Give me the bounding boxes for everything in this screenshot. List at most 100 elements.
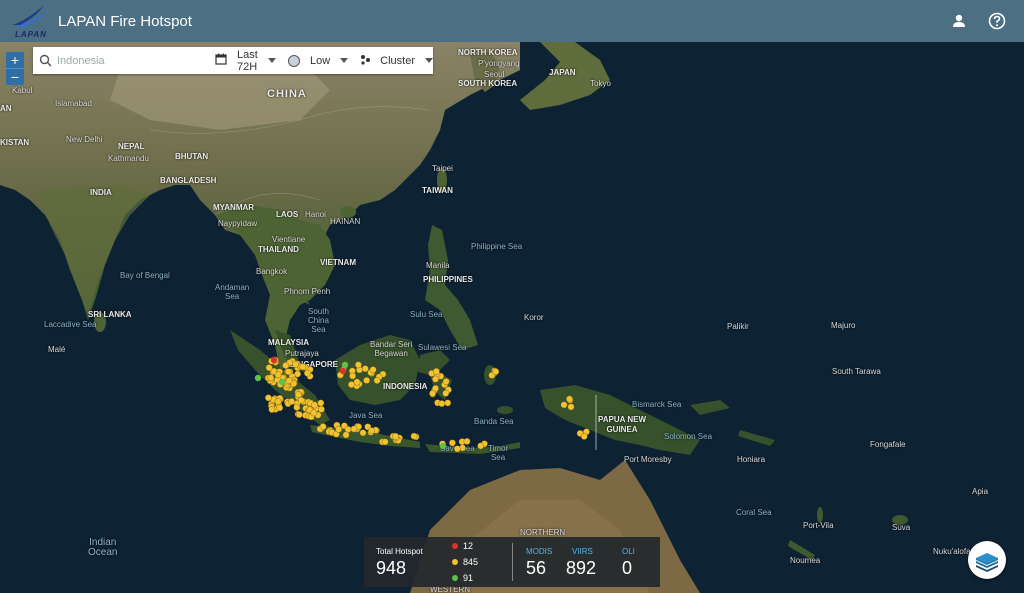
map-canvas[interactable]: Kabul Islamabad AN KISTAN New Delhi NEPA… <box>0 42 1024 593</box>
hotspot-marker <box>297 396 305 404</box>
logo-text: LAPAN <box>15 30 47 39</box>
hotspot-marker <box>349 372 356 380</box>
hotspot-marker <box>350 425 358 433</box>
hotspot-marker <box>361 365 369 373</box>
hotspot-marker <box>278 378 286 386</box>
chevron-down-icon <box>267 58 276 63</box>
hotspot-marker <box>294 391 302 398</box>
hotspot-marker <box>265 364 273 372</box>
hotspot-markers[interactable] <box>254 356 590 453</box>
hotspot-marker <box>369 366 377 374</box>
chevron-down-icon <box>425 58 433 63</box>
high-confidence-count: 12 <box>452 541 473 551</box>
hotspot-marker <box>310 409 318 417</box>
filter-toolbar: Last 72H Low Cluster <box>33 47 433 74</box>
hotspot-marker <box>285 368 293 376</box>
hotspot-marker <box>432 367 440 375</box>
hotspot-marker <box>381 438 389 446</box>
hotspot-marker <box>295 411 303 418</box>
help-icon[interactable] <box>986 10 1008 32</box>
search-icon[interactable] <box>39 54 55 67</box>
hotspot-marker <box>335 425 343 433</box>
hotspot-marker <box>432 375 439 383</box>
hotspot-marker <box>373 377 381 384</box>
app-header: LAPAN LAPAN Fire Hotspot <box>0 0 1024 42</box>
confidence-filter-value: Low <box>309 54 331 67</box>
cluster-icon <box>360 54 372 68</box>
time-filter-select[interactable]: Last 72H <box>215 49 276 73</box>
user-icon[interactable] <box>948 10 970 32</box>
hotspot-marker <box>363 376 370 384</box>
hotspot-marker <box>264 394 272 402</box>
stats-divider <box>512 543 513 581</box>
hotspot-stats-panel: Total Hotspot 948 12 845 91 MODIS 56 VII… <box>364 537 660 587</box>
hotspot-marker <box>341 361 349 369</box>
hotspot-marker <box>342 431 350 439</box>
total-hotspot-value: 948 <box>376 558 407 578</box>
layers-icon <box>976 553 998 572</box>
hotspot-marker <box>448 439 456 447</box>
hotspot-marker <box>477 442 485 450</box>
hotspot-marker <box>392 432 399 440</box>
confidence-filter-select[interactable]: Low <box>287 54 349 67</box>
zoom-in-button[interactable]: + <box>6 52 24 68</box>
hotspot-marker <box>254 374 262 382</box>
hotspot-marker <box>282 362 290 369</box>
hotspot-marker <box>274 371 282 379</box>
hotspot-marker <box>288 398 295 405</box>
display-mode-value: Cluster <box>380 54 415 67</box>
calendar-icon <box>215 53 227 68</box>
confidence-circle-icon <box>287 54 300 67</box>
hotspot-marker <box>293 403 301 411</box>
modis-value: 56 <box>526 558 547 578</box>
hotspot-marker <box>317 405 325 413</box>
hotspot-marker <box>439 442 447 450</box>
hotspot-marker <box>580 432 588 440</box>
oli-value: 0 <box>622 558 633 578</box>
hotspot-marker <box>560 401 568 409</box>
medium-confidence-count: 845 <box>452 557 478 567</box>
hotspot-marker <box>311 401 318 409</box>
hotspot-marker <box>347 381 355 388</box>
zoom-control: + − <box>6 52 24 85</box>
hotspot-marker <box>429 389 436 397</box>
hotspot-marker <box>410 432 418 440</box>
modis-label: MODIS <box>526 547 553 556</box>
time-filter-value: Last 72H <box>236 48 258 73</box>
hotspot-marker <box>492 368 500 375</box>
hotspot-marker <box>274 398 282 405</box>
search-input[interactable] <box>54 53 179 68</box>
hotspot-marker <box>442 389 450 397</box>
hotspot-marker <box>319 423 327 430</box>
low-confidence-count: 91 <box>452 573 473 583</box>
hotspot-marker <box>442 378 450 385</box>
hotspot-marker <box>463 437 471 445</box>
hotspot-marker <box>285 377 293 385</box>
hotspot-marker <box>267 374 275 382</box>
hotspot-marker <box>270 356 278 364</box>
hotspot-marker <box>567 403 575 411</box>
app-title: LAPAN Fire Hotspot <box>58 12 192 30</box>
hotspot-marker <box>444 399 452 407</box>
oli-label: OLI <box>622 547 635 556</box>
hotspot-marker <box>268 406 276 413</box>
viirs-label: VIIRS <box>572 547 593 556</box>
layers-button[interactable] <box>968 541 1006 579</box>
hotspot-marker <box>317 399 325 407</box>
zoom-out-button[interactable]: − <box>6 68 24 85</box>
chevron-down-icon <box>340 58 349 63</box>
hotspot-marker <box>299 363 307 371</box>
hotspot-layer <box>254 356 590 453</box>
lapan-logo: LAPAN <box>10 3 50 39</box>
hotspot-marker <box>354 361 362 369</box>
hotspot-marker <box>359 429 367 437</box>
hotspot-marker <box>339 367 347 375</box>
viirs-value: 892 <box>566 558 597 578</box>
hotspot-marker <box>438 400 446 407</box>
hotspot-marker <box>276 404 284 412</box>
hotspot-marker <box>368 427 375 435</box>
display-mode-select[interactable]: Cluster <box>360 54 433 68</box>
hotspot-marker <box>292 360 299 368</box>
hotspot-marker <box>566 395 573 403</box>
hotspot-marker <box>303 369 311 377</box>
